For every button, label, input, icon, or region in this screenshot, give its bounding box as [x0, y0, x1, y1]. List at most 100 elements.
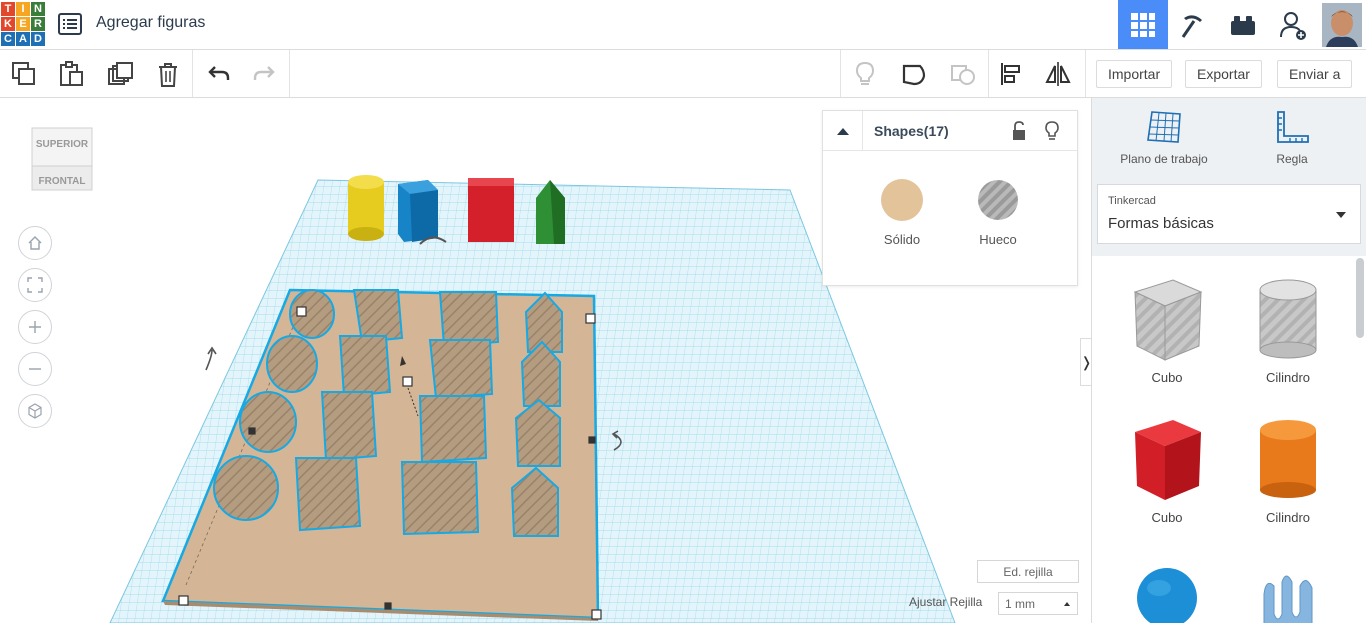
user-avatar[interactable] [1318, 0, 1366, 49]
toolbar-separator [1085, 50, 1086, 97]
inspector-title: Shapes(17) [874, 123, 949, 139]
build-mode-button[interactable] [1168, 0, 1218, 49]
library-name: Formas básicas [1108, 215, 1214, 232]
pickaxe-icon [1181, 14, 1202, 38]
logo-letter: K [1, 17, 15, 31]
red-cube[interactable] [468, 178, 514, 242]
ruler-label: Regla [1276, 152, 1308, 166]
yellow-cylinder[interactable] [348, 175, 384, 241]
rotate-handle-icon[interactable] [205, 346, 217, 371]
shape-label: Cilindro [1265, 370, 1311, 385]
view-cube-front-label: FRONTAL [38, 176, 85, 187]
collapse-inspector-button[interactable] [823, 111, 863, 151]
shape-hole-box[interactable]: Cubo [1107, 276, 1227, 385]
shape-hole-cylinder[interactable]: Cilindro [1228, 276, 1348, 385]
fit-view-icon [27, 277, 43, 293]
snap-grid-label: Ajustar Rejilla [909, 595, 983, 609]
blue-box[interactable] [398, 180, 438, 242]
edit-grid-button[interactable]: Ed. rejilla [977, 560, 1079, 583]
hole-label: Hueco [979, 232, 1017, 247]
chevron-up-icon [836, 128, 849, 135]
home-icon [28, 236, 42, 250]
shape-inspector-panel: Shapes(17) Sólido Hueco [822, 110, 1078, 286]
toolbar-separator [988, 50, 989, 97]
grid-view-button[interactable] [1118, 0, 1168, 49]
solid-color-swatch[interactable] [881, 179, 923, 221]
bricks-mode-button[interactable] [1218, 0, 1268, 49]
copy-icon[interactable] [10, 60, 38, 88]
design-title[interactable]: Agregar figuras [96, 14, 205, 32]
toolbar-separator [840, 50, 841, 97]
delete-icon[interactable] [154, 60, 182, 88]
duplicate-icon[interactable] [106, 60, 134, 88]
top-bar: TIN KER CAD Agregar figuras [0, 0, 1366, 50]
minus-icon [29, 368, 41, 370]
logo-letter: N [31, 2, 45, 16]
hole-swatch[interactable] [977, 179, 1019, 221]
lightbulb-icon[interactable] [1042, 120, 1062, 142]
shapes-sidebar: Plano de trabajo Regla Tinkercad Formas … [1091, 98, 1366, 623]
redo-icon[interactable] [251, 60, 279, 88]
import-button[interactable]: Importar [1096, 60, 1173, 88]
unlock-icon[interactable] [1009, 120, 1029, 142]
sidebar-tools: Plano de trabajo Regla [1092, 98, 1366, 180]
scribble-icon [1263, 575, 1313, 623]
fit-view-button[interactable] [18, 268, 52, 302]
home-view-button[interactable] [18, 226, 52, 260]
bricks-icon [1231, 15, 1255, 35]
view-cube[interactable]: SUPERIOR FRONTAL [30, 124, 94, 198]
lightbulb-icon[interactable] [851, 60, 879, 88]
workplane-tool[interactable]: Plano de trabajo [1114, 110, 1214, 166]
caret-icon [1064, 601, 1070, 606]
add-user-icon [1280, 11, 1306, 40]
hole-cube-icon [1133, 279, 1203, 361]
shape-scribble[interactable] [1228, 564, 1348, 623]
ruler-tool[interactable]: Regla [1252, 110, 1332, 166]
workplane-icon [1147, 111, 1181, 143]
shape-label: Cilindro [1265, 510, 1311, 525]
edit-toolbar: Importar Exportar Enviar a [0, 50, 1366, 98]
shape-library-select[interactable]: Tinkercad Formas básicas [1097, 184, 1361, 244]
grid-view-icon [1131, 12, 1155, 37]
perspective-button[interactable] [18, 394, 52, 428]
shape-cylinder[interactable]: Cilindro [1228, 416, 1348, 525]
cube-outline-icon [28, 403, 42, 419]
inspector-header: Shapes(17) [823, 111, 1077, 151]
undo-icon[interactable] [204, 60, 232, 88]
solid-label: Sólido [883, 232, 921, 247]
toolbar-separator [289, 50, 290, 97]
toolbar-separator [192, 50, 193, 97]
send-to-button[interactable]: Enviar a [1277, 60, 1353, 88]
shape-box[interactable]: Cubo [1107, 416, 1227, 525]
align-icon[interactable] [998, 60, 1026, 88]
ruler-icon [1277, 111, 1309, 143]
tinkercad-logo[interactable]: TIN KER CAD [1, 2, 45, 46]
view-cube-top-label: SUPERIOR [36, 139, 89, 150]
sidebar-scrollbar[interactable] [1356, 258, 1364, 338]
avatar-image [1322, 2, 1362, 47]
ungroup-shapes-icon[interactable] [949, 60, 977, 88]
logo-letter: A [16, 32, 30, 46]
group-shapes-icon[interactable] [900, 60, 928, 88]
paste-icon[interactable] [57, 60, 85, 88]
shape-sphere[interactable] [1107, 564, 1227, 623]
red-cube-icon [1135, 420, 1201, 500]
logo-letter: R [31, 17, 45, 31]
snap-grid-value: 1 mm [1005, 596, 1035, 611]
export-button[interactable]: Exportar [1185, 60, 1262, 88]
chevron-down-icon [1336, 212, 1346, 218]
workplane-label: Plano de trabajo [1120, 152, 1208, 166]
zoom-out-button[interactable] [18, 352, 52, 386]
snap-grid-select[interactable]: 1 mm [998, 592, 1078, 615]
zoom-in-button[interactable] [18, 310, 52, 344]
mirror-icon[interactable] [1044, 60, 1072, 88]
logo-letter: I [16, 2, 30, 16]
logo-letter: D [31, 32, 45, 46]
plus-icon [29, 321, 41, 333]
design-list-icon[interactable] [58, 13, 82, 35]
logo-letter: E [16, 17, 30, 31]
top-right-menu [1118, 0, 1366, 49]
hole-cylinder-icon [1259, 279, 1317, 359]
invite-user-button[interactable] [1268, 0, 1318, 49]
shape-library-list: Cubo Cilindro Cubo Cilindro [1092, 256, 1366, 623]
